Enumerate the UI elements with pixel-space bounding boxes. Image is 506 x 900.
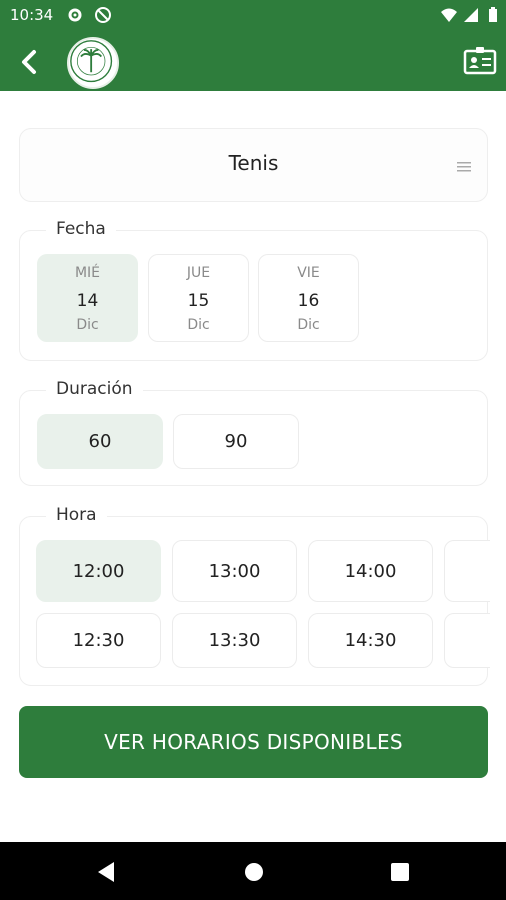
- list-icon: [457, 162, 471, 172]
- sport-name: Tenis: [228, 151, 279, 175]
- date-option[interactable]: MIÉ 14 Dic: [37, 254, 138, 342]
- battery-icon: [489, 7, 497, 22]
- date-day: 14: [76, 291, 99, 311]
- date-weekday: VIE: [297, 265, 320, 281]
- status-bar: 10:34: [0, 0, 506, 32]
- wifi-icon: [441, 8, 457, 22]
- hour-option[interactable]: 13:00: [172, 540, 297, 602]
- date-day: 16: [297, 291, 320, 311]
- hour-option[interactable]: 13:30: [172, 613, 297, 668]
- date-section-title: Fecha: [46, 219, 116, 239]
- app-bar: [0, 32, 506, 91]
- date-month: Dic: [297, 317, 320, 333]
- hour-option[interactable]: 12:00: [36, 540, 161, 602]
- date-day: 15: [187, 291, 210, 311]
- duration-option[interactable]: 60: [37, 414, 163, 469]
- date-option[interactable]: JUE 15 Dic: [148, 254, 249, 342]
- hour-options-scroller[interactable]: 12:00 13:00 14:00 1 12:30 13:30 14:30 1: [19, 536, 490, 674]
- date-option[interactable]: VIE 16 Dic: [258, 254, 359, 342]
- hour-option[interactable]: 14:00: [308, 540, 433, 602]
- hour-option[interactable]: 14:30: [308, 613, 433, 668]
- status-time: 10:34: [10, 6, 54, 24]
- back-triangle-icon[interactable]: [94, 859, 120, 885]
- chevron-left-icon[interactable]: [12, 44, 48, 80]
- id-card-icon[interactable]: [463, 46, 497, 76]
- hour-section-title: Hora: [46, 505, 107, 525]
- view-available-times-button[interactable]: VER HORARIOS DISPONIBLES: [19, 706, 488, 778]
- hour-option[interactable]: 12:30: [36, 613, 161, 668]
- home-circle-icon[interactable]: [241, 859, 267, 885]
- duration-option[interactable]: 90: [173, 414, 299, 469]
- duration-section-title: Duración: [46, 379, 143, 399]
- date-weekday: JUE: [186, 265, 211, 281]
- date-month: Dic: [76, 317, 99, 333]
- hour-option[interactable]: 1: [444, 613, 490, 668]
- settings-icon: [68, 8, 82, 22]
- do-not-disturb-icon: [95, 7, 111, 23]
- club-logo-icon: [67, 37, 119, 89]
- date-weekday: MIÉ: [74, 265, 101, 281]
- cell-signal-icon: [464, 8, 478, 22]
- sport-selector[interactable]: Tenis: [19, 128, 488, 202]
- date-month: Dic: [187, 317, 210, 333]
- hour-option[interactable]: 1: [444, 540, 490, 602]
- recents-square-icon[interactable]: [387, 859, 413, 885]
- system-nav-bar: [0, 842, 506, 900]
